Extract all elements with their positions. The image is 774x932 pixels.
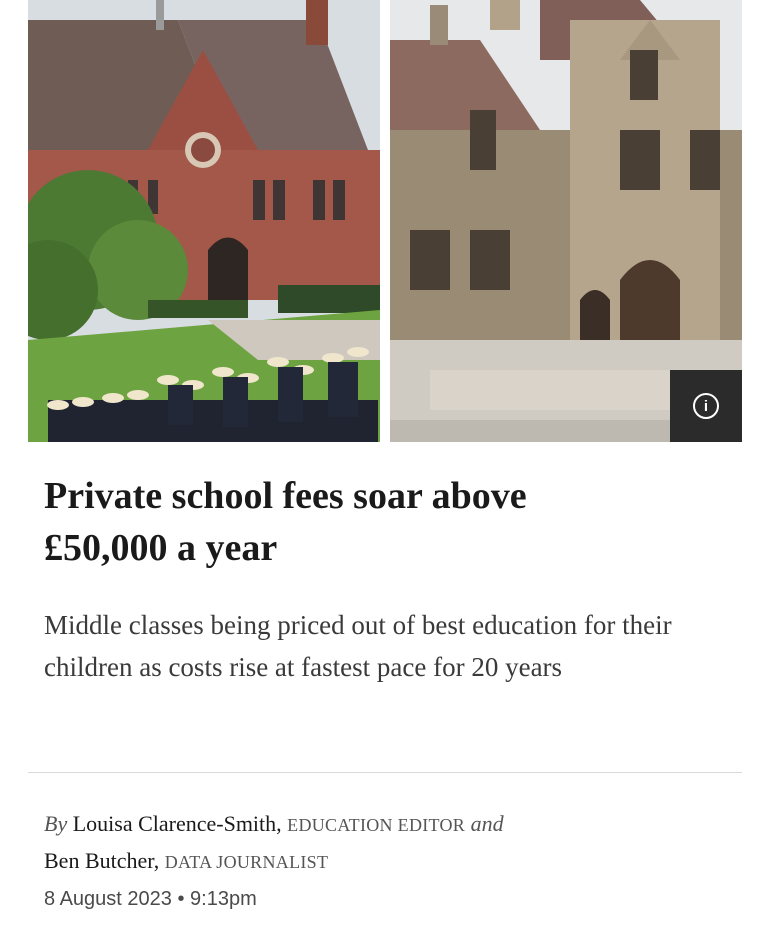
hero-image-pair: i (28, 0, 742, 442)
headline-line-2: £50,000 a year (44, 527, 278, 569)
author-link-ben-butcher[interactable]: Ben Butcher, (44, 848, 159, 873)
author-link-louisa-clarence-smith[interactable]: Louisa Clarence-Smith, (73, 811, 282, 836)
date-separator: • (177, 888, 185, 910)
article-standfirst: Middle classes being priced out of best … (44, 610, 672, 682)
school-chapel-photo (28, 0, 380, 442)
byline-and: and (470, 811, 504, 836)
article-byline: By Louisa Clarence-Smith, EDUCATION EDIT… (44, 806, 734, 880)
stone-school-building-photo: i (390, 0, 742, 442)
info-icon: i (693, 393, 719, 419)
article-page: i Private school fees soar above £50,000… (0, 0, 774, 932)
publish-date: 8 August 2023 (44, 888, 172, 910)
headline-line-1: Private school fees soar above (44, 475, 527, 517)
article-headline: Private school fees soar above £50,000 a… (44, 470, 734, 574)
divider (28, 772, 742, 773)
publish-time: 9:13pm (190, 888, 257, 910)
image-info-button[interactable]: i (670, 370, 742, 442)
byline-by: By (44, 811, 68, 836)
author-role-1: EDUCATION EDITOR (287, 815, 466, 835)
author-role-2: DATA JOURNALIST (164, 852, 329, 872)
article-dateline: 8 August 2023 • 9:13pm (44, 888, 257, 911)
